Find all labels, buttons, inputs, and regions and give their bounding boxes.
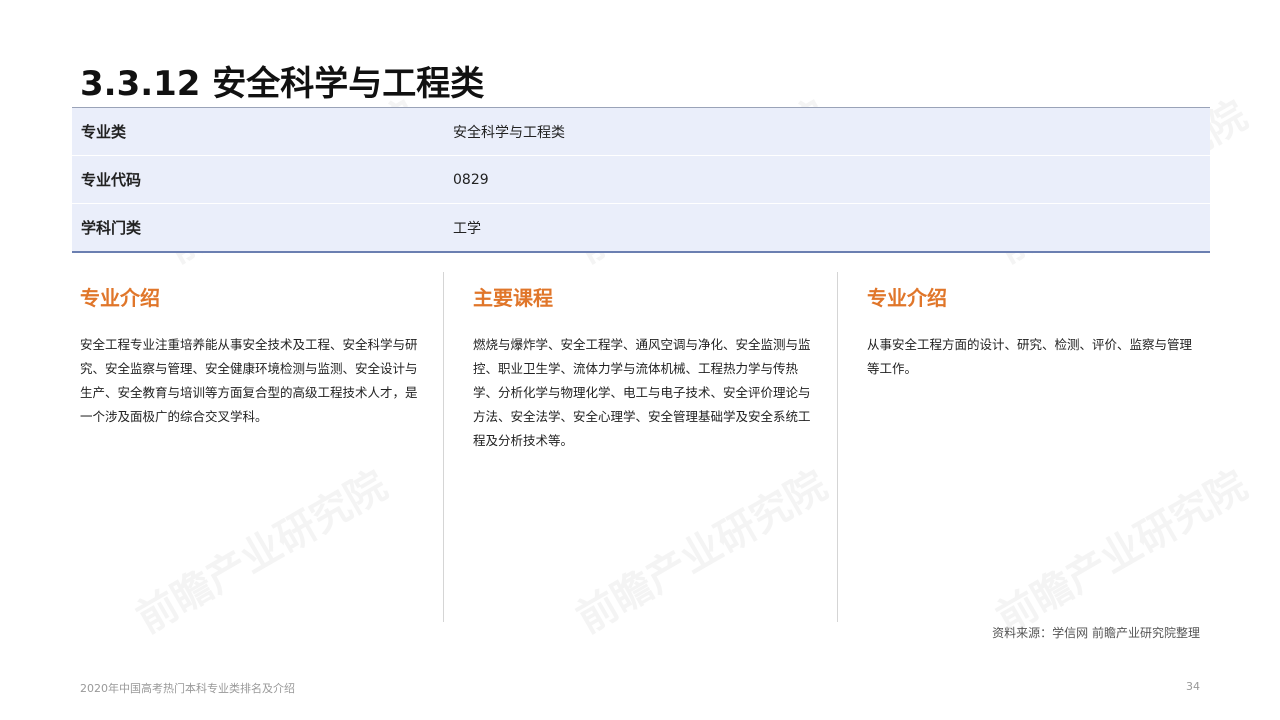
page-number: 34 <box>1186 680 1200 693</box>
row-label: 学科门类 <box>81 219 142 237</box>
column-heading: 主要课程 <box>473 286 553 310</box>
page-title: 3.3.12 安全科学与工程类 <box>80 64 485 104</box>
column-body: 安全工程专业注重培养能从事安全技术及工程、安全科学与研究、安全监察与管理、安全健… <box>80 337 418 424</box>
row-label: 专业代码 <box>81 171 142 189</box>
column-divider <box>837 272 838 622</box>
column-heading: 专业介绍 <box>80 286 160 310</box>
row-label: 专业类 <box>81 123 127 141</box>
column-careers: 专业介绍 从事安全工程方面的设计、研究、检测、评价、监察与管理等工作。 <box>867 272 1202 622</box>
column-divider <box>443 272 444 622</box>
table-row: 学科门类 工学 <box>72 204 1210 251</box>
source-note: 资料来源：学信网 前瞻产业研究院整理 <box>992 626 1200 640</box>
table-row: 专业代码 0829 <box>72 156 1210 204</box>
column-heading: 专业介绍 <box>867 286 947 310</box>
column-body: 燃烧与爆炸学、安全工程学、通风空调与净化、安全监测与监控、职业卫生学、流体力学与… <box>473 337 811 448</box>
row-value: 安全科学与工程类 <box>453 124 565 141</box>
table-row: 专业类 安全科学与工程类 <box>72 108 1210 156</box>
row-value: 工学 <box>453 220 481 237</box>
footer-report-name: 2020年中国高考热门本科专业类排名及介绍 <box>80 682 295 695</box>
row-value: 0829 <box>453 171 489 188</box>
column-intro: 专业介绍 安全工程专业注重培养能从事安全技术及工程、安全科学与研究、安全监察与管… <box>80 272 420 622</box>
column-body: 从事安全工程方面的设计、研究、检测、评价、监察与管理等工作。 <box>867 337 1193 376</box>
info-table: 专业类 安全科学与工程类 专业代码 0829 学科门类 工学 <box>72 107 1210 253</box>
column-courses: 主要课程 燃烧与爆炸学、安全工程学、通风空调与净化、安全监测与监控、职业卫生学、… <box>473 272 813 622</box>
